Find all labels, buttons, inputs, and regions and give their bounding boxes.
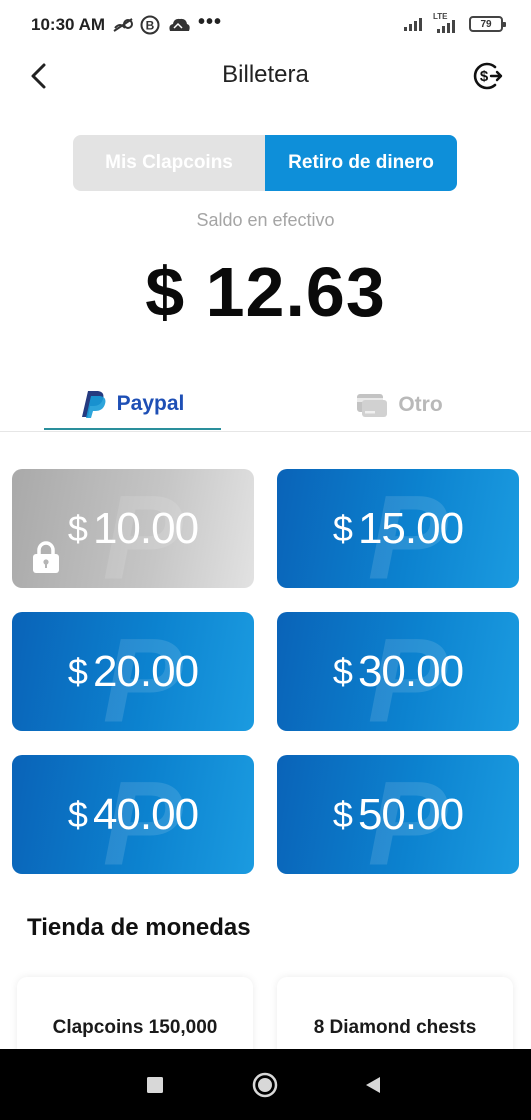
b-app-icon: B: [140, 15, 160, 35]
status-bar: 10:30 AM B ••• LTE 79: [0, 0, 531, 50]
payment-method-tabs: Paypal Otro: [0, 380, 531, 432]
amount-card-label: $ 30.00: [332, 646, 464, 696]
page-title: Billetera: [222, 61, 309, 88]
status-time: 10:30 AM: [31, 15, 106, 34]
battery-icon: 79: [469, 16, 506, 32]
paypal-icon: [81, 391, 106, 418]
recents-button[interactable]: [141, 1071, 169, 1099]
amount-card-label: $ 40.00: [67, 789, 199, 839]
amount-card-50[interactable]: P $ 50.00: [277, 755, 519, 874]
amount-card-40[interactable]: P $ 40.00: [12, 755, 254, 874]
triangle-back-icon: [366, 1077, 380, 1093]
back-nav-button[interactable]: [359, 1071, 387, 1099]
lock-icon: [33, 541, 59, 573]
amount-card-30[interactable]: P $ 30.00: [277, 612, 519, 731]
wallet-segment-control: Mis Clapcoins Retiro de dinero: [73, 135, 457, 191]
lte-signal-icon: LTE: [433, 12, 461, 34]
tab-otro-label: Otro: [398, 393, 443, 416]
svg-text:$: $: [480, 68, 489, 85]
amount-card-15[interactable]: P $ 15.00: [277, 469, 519, 588]
wifi-calling-icon: [113, 18, 133, 32]
status-notification-icons: B •••: [112, 10, 223, 36]
currency-exchange-icon: $: [473, 62, 503, 90]
amount-card-10[interactable]: P $ 10.00: [12, 469, 254, 588]
tab-paypal-label: Paypal: [116, 392, 185, 415]
app-header: Billetera $: [0, 50, 531, 102]
overflow-dots: •••: [198, 10, 223, 33]
battery-level: 79: [480, 18, 492, 30]
cloud-icon: [169, 18, 190, 31]
amount-card-label: $ 10.00: [67, 503, 199, 553]
tab-retiro-de-dinero[interactable]: Retiro de dinero: [265, 135, 457, 191]
balance-amount: $ 12.63: [145, 253, 386, 331]
home-button[interactable]: [251, 1071, 279, 1099]
signal-icon: [404, 18, 422, 31]
amount-card-label: $ 50.00: [332, 789, 464, 839]
status-system-icons: LTE 79: [403, 12, 506, 36]
svg-text:B: B: [146, 19, 155, 33]
amount-card-label: $ 20.00: [67, 646, 199, 696]
circle-icon: [252, 1072, 278, 1098]
amount-card-label: $ 15.00: [332, 503, 464, 553]
store-item-label: 8 Diamond chests: [313, 1017, 477, 1038]
balance-label: Saldo en efectivo: [196, 210, 335, 230]
currency-exchange-button[interactable]: $: [469, 58, 505, 94]
system-nav-bar: [0, 1049, 531, 1120]
square-icon: [147, 1077, 163, 1093]
tab-otro[interactable]: Otro: [311, 380, 488, 430]
amount-card-20[interactable]: P $ 20.00: [12, 612, 254, 731]
tab-paypal[interactable]: Paypal: [44, 380, 221, 430]
tab-mis-clapcoins[interactable]: Mis Clapcoins: [73, 135, 265, 191]
coin-store-title: Tienda de monedas: [27, 914, 251, 941]
credit-card-icon: [357, 394, 388, 417]
store-item-label: Clapcoins 150,000: [52, 1017, 218, 1038]
